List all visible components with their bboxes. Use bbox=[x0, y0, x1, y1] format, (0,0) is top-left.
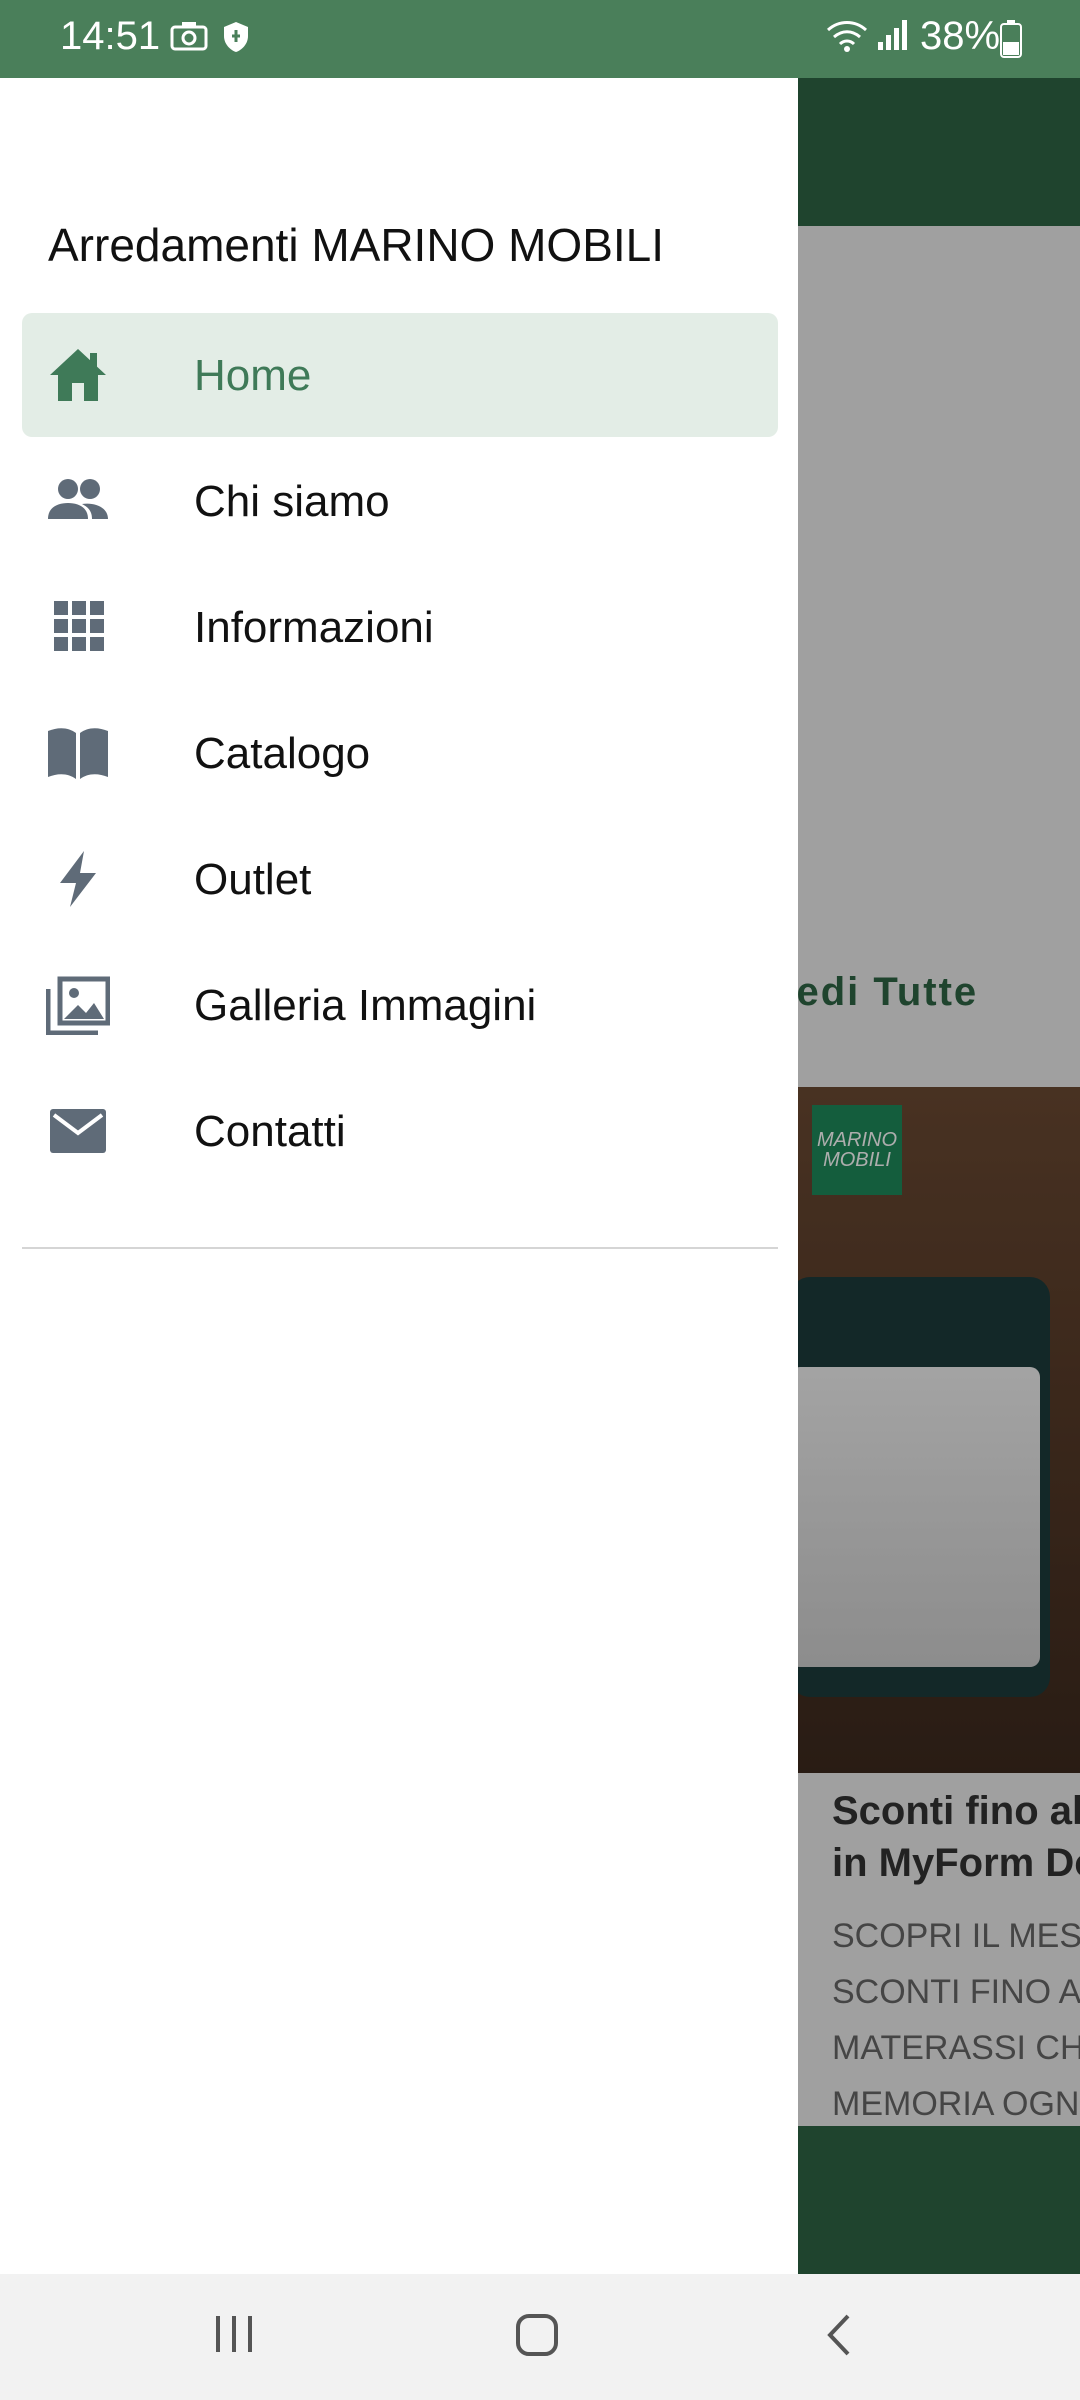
nav-item-outlet[interactable]: Outlet bbox=[22, 817, 778, 941]
mail-icon bbox=[46, 1101, 106, 1161]
status-bar: 14:51 38% bbox=[0, 0, 1080, 78]
nav-item-home[interactable]: Home bbox=[22, 313, 778, 437]
drawer-divider bbox=[22, 1247, 778, 1249]
nav-item-label: Contatti bbox=[194, 1107, 346, 1156]
lightning-icon bbox=[46, 849, 106, 909]
gallery-icon bbox=[45, 975, 111, 1036]
nav-item-galleria-immagini[interactable]: Galleria Immagini bbox=[22, 943, 778, 1067]
shield-icon bbox=[222, 20, 250, 59]
wifi-icon bbox=[826, 18, 868, 59]
navigation-drawer: Arredamenti MARINO MOBILI Home Chi siamo… bbox=[0, 78, 798, 2274]
nav-item-catalogo[interactable]: Catalogo bbox=[22, 691, 778, 815]
nav-item-label: Galleria Immagini bbox=[194, 981, 537, 1030]
nav-item-label: Informazioni bbox=[194, 603, 434, 652]
nav-item-informazioni[interactable]: Informazioni bbox=[22, 565, 778, 689]
nav-item-chi-siamo[interactable]: Chi siamo bbox=[22, 439, 778, 563]
book-icon bbox=[46, 723, 108, 783]
home-button[interactable] bbox=[514, 2312, 560, 2363]
nav-item-label: Outlet bbox=[194, 855, 312, 904]
recents-button[interactable] bbox=[212, 2312, 256, 2361]
status-time: 14:51 bbox=[60, 14, 161, 58]
drawer-header-title: Arredamenti MARINO MOBILI bbox=[48, 219, 665, 271]
battery-percent: 38% bbox=[920, 14, 1001, 58]
nav-item-contatti[interactable]: Contatti bbox=[22, 1069, 778, 1193]
nav-item-label: Chi siamo bbox=[194, 477, 390, 526]
nav-item-label: Home bbox=[194, 351, 312, 400]
nav-item-label: Catalogo bbox=[194, 729, 371, 778]
back-button[interactable] bbox=[822, 2312, 858, 2363]
home-icon bbox=[46, 345, 106, 405]
battery-icon bbox=[1000, 20, 1022, 63]
grid-icon bbox=[46, 597, 106, 657]
system-nav-bar bbox=[0, 2274, 1080, 2400]
people-icon bbox=[46, 471, 108, 531]
signal-icon bbox=[876, 18, 910, 57]
camera-icon bbox=[170, 20, 208, 57]
